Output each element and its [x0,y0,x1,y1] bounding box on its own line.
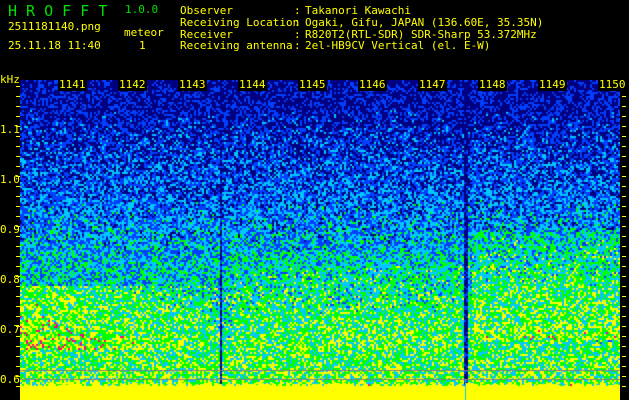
y-tick-mark [16,346,20,347]
y-tick-mark [622,356,626,357]
datetime: 25.11.18 11:40 [8,39,101,52]
y-tick-mark [622,346,626,347]
y-tick-mark [622,126,626,127]
y-tick-mark [16,196,20,197]
y-tick-mark [16,326,20,327]
y-tick-mark [16,96,20,97]
time-label: 1148 [478,78,507,91]
y-tick-mark [16,316,20,317]
y-tick-mark [16,386,20,387]
y-tick-mark [16,156,20,157]
meteor-label: meteor [124,26,164,39]
y-tick-mark [622,376,626,377]
time-label: 1141 [58,78,87,91]
meteor-count: 1 [139,39,146,52]
y-tick-mark [16,176,20,177]
y-tick-mark [16,256,20,257]
y-tick-mark [16,126,20,127]
y-tick-mark [16,366,20,367]
y-tick-mark [622,306,626,307]
y-tick-mark [16,276,20,277]
time-label: 1144 [238,78,267,91]
info-sep: : [294,39,301,52]
time-label: 1143 [178,78,207,91]
y-tick-mark [16,206,20,207]
y-tick-mark [622,216,626,217]
y-tick-mark [16,296,20,297]
y-tick-mark [622,266,626,267]
time-label: 1145 [298,78,327,91]
y-tick-mark [16,376,20,377]
y-tick-mark [16,106,20,107]
y-tick-mark [16,306,20,307]
time-label: 1142 [118,78,147,91]
y-tick-mark [622,96,626,97]
y-tick-mark [622,286,626,287]
y-tick-mark [16,186,20,187]
y-tick-mark [622,336,626,337]
y-tick-mark [16,86,20,87]
y-tick-mark [622,226,626,227]
y-tick-mark [622,136,626,137]
y-tick-mark [16,146,20,147]
y-tick-mark [16,286,20,287]
y-tick-mark [622,326,626,327]
y-tick-mark [622,296,626,297]
y-tick-mark [16,266,20,267]
y-tick-mark [16,336,20,337]
spectrogram [20,80,620,400]
y-tick-mark [622,276,626,277]
y-tick-mark [622,206,626,207]
y-tick-mark [16,216,20,217]
y-tick-mark [622,146,626,147]
time-label: 1149 [538,78,567,91]
y-tick-mark [622,176,626,177]
y-tick-mark [622,186,626,187]
y-tick-mark [622,196,626,197]
y-tick-mark [622,236,626,237]
y-tick-mark [16,356,20,357]
info-value-antenna: 2el-HB9CV Vertical (el. E-W) [305,39,491,52]
y-tick-mark [622,316,626,317]
y-tick-mark [16,136,20,137]
filename: 2511181140.png [8,20,101,33]
app-version: 1.0.0 [125,3,159,16]
y-tick-mark [622,386,626,387]
y-axis-unit: kHz [0,73,20,86]
time-label: 1146 [358,78,387,91]
y-tick-mark [622,156,626,157]
y-tick-mark [622,116,626,117]
y-tick-mark [622,166,626,167]
time-label: 1147 [418,78,447,91]
y-tick-mark [16,246,20,247]
y-tick-mark [622,106,626,107]
y-tick-mark [16,236,20,237]
y-tick-mark [622,246,626,247]
y-tick-mark [16,116,20,117]
y-tick-mark [622,366,626,367]
info-label-antenna: Receiving antenna [180,39,293,52]
y-tick-mark [16,166,20,167]
y-tick-mark [622,256,626,257]
app-title: H R O F F T [8,2,108,20]
y-tick-mark [16,226,20,227]
time-label: 1150 [598,78,627,91]
